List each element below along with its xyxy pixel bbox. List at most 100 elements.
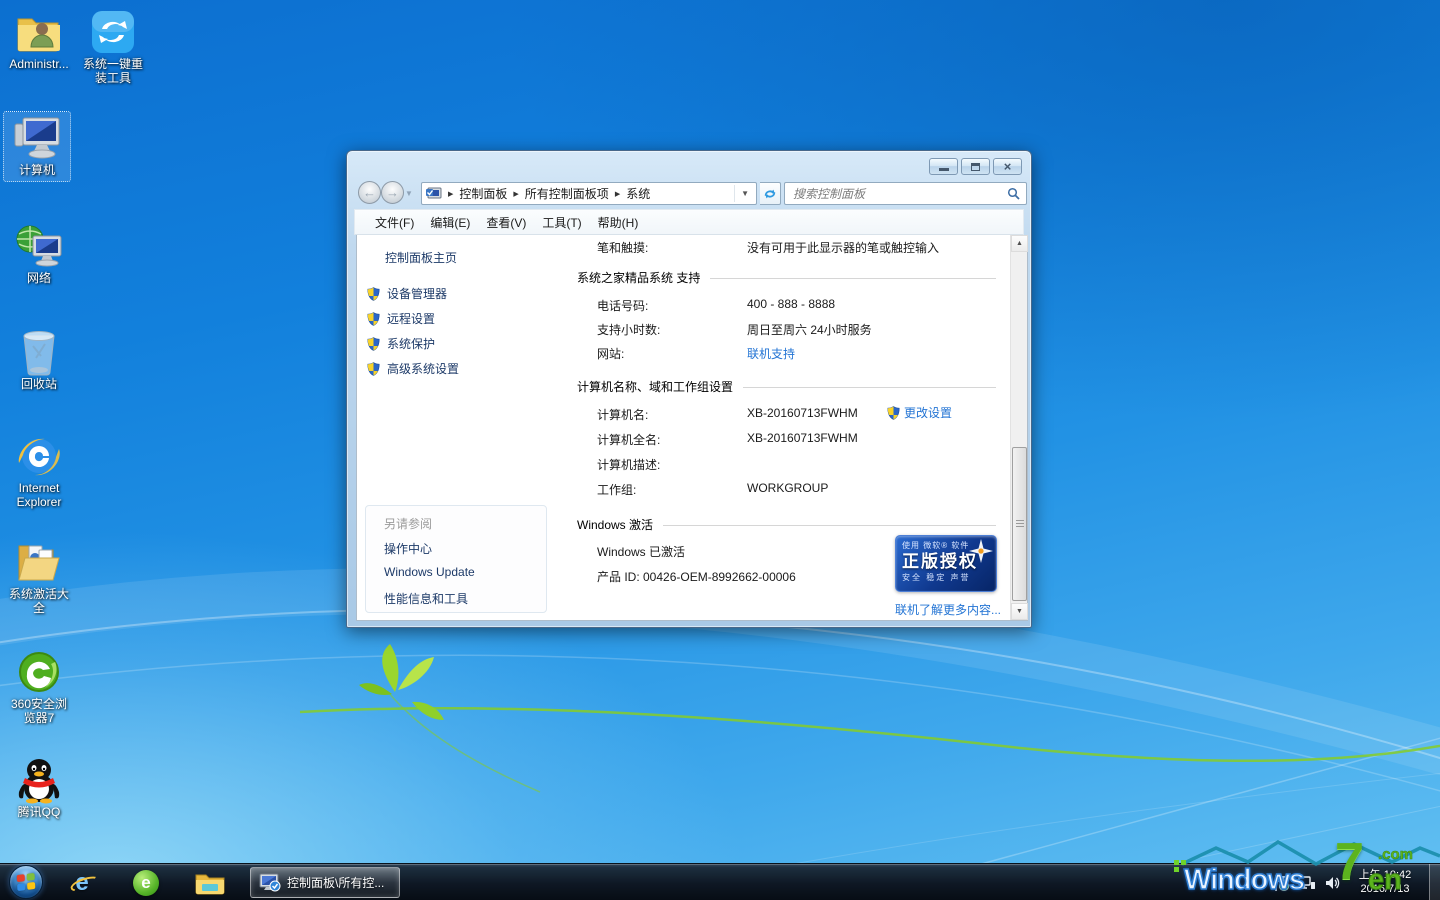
- taskbar-clock[interactable]: 上午 10:42 2016/7/13: [1344, 864, 1426, 900]
- menu-tools[interactable]: 工具(T): [534, 211, 589, 234]
- sidebar-windows-update[interactable]: Windows Update: [384, 565, 475, 579]
- full-computer-name-value: XB-20160713FWHM: [747, 431, 858, 445]
- address-dropdown-icon[interactable]: ▼: [734, 185, 752, 202]
- scroll-up-arrow[interactable]: ▲: [1011, 235, 1028, 252]
- taskbar-ie-button[interactable]: e: [62, 867, 102, 898]
- desktop-icon-label: 系统一键重装工具: [80, 58, 146, 86]
- windows-logo-icon: [17, 873, 36, 891]
- refresh-button[interactable]: [760, 182, 781, 205]
- breadcrumb-system[interactable]: 系统: [626, 185, 650, 202]
- genuine-microsoft-badge[interactable]: 使用 微软® 软件 正版授权 安全 稳定 声誉: [895, 535, 997, 592]
- breadcrumb-all-items[interactable]: 所有控制面板项: [525, 185, 609, 202]
- desktop-icon-activation-collection[interactable]: 系统激活大全: [6, 538, 72, 616]
- desktop-icon-label: 计算机: [4, 164, 70, 178]
- caption-buttons: ×: [929, 158, 1022, 175]
- close-button[interactable]: ×: [993, 158, 1022, 175]
- breadcrumb-arrow-icon: ▶: [513, 190, 518, 198]
- desktop-icon-reinstall-tool[interactable]: 系统一键重装工具: [80, 8, 146, 86]
- forward-button[interactable]: →: [381, 181, 404, 204]
- network-icon: [15, 222, 63, 270]
- change-settings-link[interactable]: 更改设置: [904, 404, 952, 421]
- product-id: 产品 ID: 00426-OEM-8992662-00006: [597, 568, 796, 585]
- sidebar-task-label: 设备管理器: [387, 285, 447, 302]
- refresh-icon: [763, 187, 777, 201]
- sidebar-remote-settings[interactable]: 远程设置: [367, 310, 435, 327]
- see-also-title: 另请参阅: [384, 515, 432, 532]
- sidebar-advanced-system-settings[interactable]: 高级系统设置: [367, 360, 459, 377]
- desktop-icon-network[interactable]: 网络: [6, 222, 72, 286]
- system-control-panel-window: × ← → ▼ ▶ 控制面板 ▶ 所有控制面板项 ▶ 系统 ▼: [346, 150, 1032, 628]
- user-folder-icon: [15, 8, 63, 56]
- computer-name-section-title: 计算机名称、域和工作组设置: [577, 378, 733, 395]
- sidebar-task-label: 系统保护: [387, 335, 435, 352]
- menu-file[interactable]: 文件(F): [367, 211, 422, 234]
- uac-shield-icon: [367, 287, 380, 301]
- volume-tray-icon[interactable]: [1324, 875, 1340, 891]
- show-desktop-button[interactable]: [1429, 864, 1440, 900]
- control-panel-icon: [426, 187, 442, 201]
- network-tray-icon[interactable]: [1298, 875, 1316, 891]
- address-bar[interactable]: ▶ 控制面板 ▶ 所有控制面板项 ▶ 系统 ▼: [421, 182, 757, 205]
- folder-icon: [195, 871, 225, 895]
- scrollbar-thumb[interactable]: [1012, 447, 1027, 601]
- desktop-icon-label: Administr...: [6, 58, 72, 72]
- taskbar-active-window-button[interactable]: 控制面板\所有控...: [250, 867, 400, 898]
- desktop-icon-recycle-bin[interactable]: 回收站: [6, 328, 72, 392]
- maximize-button[interactable]: [961, 158, 990, 175]
- pen-touch-value: 没有可用于此显示器的笔或触控输入: [747, 239, 939, 256]
- ie-icon: e: [75, 869, 88, 897]
- recent-pages-chevron[interactable]: ▼: [405, 189, 413, 198]
- maximize-icon: [971, 163, 980, 171]
- computer-name-value: XB-20160713FWHM: [747, 406, 858, 420]
- desktop-icon-administrator[interactable]: Administr...: [6, 8, 72, 72]
- change-settings[interactable]: 更改设置: [887, 404, 952, 421]
- vertical-scrollbar[interactable]: ▲ ▼: [1010, 235, 1027, 620]
- close-icon: ×: [1004, 160, 1012, 173]
- badge-line3: 安全 稳定 声誉: [902, 573, 990, 583]
- search-icon[interactable]: [1007, 187, 1020, 200]
- desktop-icon-internet-explorer[interactable]: Internet Explorer: [6, 432, 72, 510]
- taskbar-360-browser-button[interactable]: e: [126, 867, 166, 898]
- full-computer-name-label: 计算机全名:: [597, 431, 660, 448]
- recycle-bin-icon: [15, 328, 63, 376]
- minimize-button[interactable]: [929, 158, 958, 175]
- computer-name-section-header: 计算机名称、域和工作组设置: [577, 378, 996, 395]
- search-input[interactable]: [791, 186, 1007, 202]
- 360-browser-icon: [15, 648, 63, 696]
- sidebar-device-manager[interactable]: 设备管理器: [367, 285, 447, 302]
- back-button[interactable]: ←: [358, 181, 381, 204]
- pen-touch-label: 笔和触摸:: [597, 239, 648, 256]
- 360-browser-icon: e: [133, 870, 159, 896]
- navigation-bar: ← → ▼ ▶ 控制面板 ▶ 所有控制面板项 ▶ 系统 ▼: [347, 178, 1031, 209]
- ie-icon: [15, 432, 63, 480]
- desktop-icon-360-browser[interactable]: 360安全浏览器7: [6, 648, 72, 726]
- desktop-icon-qq[interactable]: 腾讯QQ: [6, 756, 72, 820]
- activation-section-title: Windows 激活: [577, 516, 653, 533]
- workgroup-value: WORKGROUP: [747, 481, 828, 495]
- sidebar-control-panel-home[interactable]: 控制面板主页: [385, 249, 457, 266]
- support-hours-value: 周日至周六 24小时服务: [747, 321, 872, 338]
- phone-label: 电话号码:: [597, 297, 648, 314]
- window-client-area: 控制面板主页 设备管理器 远程设置: [356, 235, 1028, 621]
- online-support-link[interactable]: 联机支持: [747, 345, 795, 362]
- active-task-label: 控制面板\所有控...: [287, 874, 384, 891]
- sidebar-task-label: 高级系统设置: [387, 360, 459, 377]
- start-button[interactable]: [9, 865, 43, 899]
- search-box: [784, 182, 1027, 205]
- taskbar-explorer-button[interactable]: [190, 867, 230, 898]
- menu-help[interactable]: 帮助(H): [590, 211, 647, 234]
- sidebar-system-protection[interactable]: 系统保护: [367, 335, 435, 352]
- menu-view[interactable]: 查看(V): [478, 211, 534, 234]
- learn-more-online-link[interactable]: 联机了解更多内容...: [895, 601, 1001, 618]
- desktop-icon-computer[interactable]: 计算机: [4, 112, 70, 181]
- breadcrumb-control-panel[interactable]: 控制面板: [459, 185, 507, 202]
- sidebar-action-center[interactable]: 操作中心: [384, 540, 432, 557]
- phone-value: 400 - 888 - 8888: [747, 297, 835, 311]
- action-center-flag-icon[interactable]: [1272, 874, 1290, 892]
- minimize-icon: [939, 168, 949, 171]
- scroll-down-arrow[interactable]: ▼: [1011, 603, 1028, 620]
- desktop-icon-label: 系统激活大全: [6, 588, 72, 616]
- sidebar-task-label: 远程设置: [387, 310, 435, 327]
- sidebar-performance-tools[interactable]: 性能信息和工具: [384, 590, 468, 607]
- menu-edit[interactable]: 编辑(E): [422, 211, 478, 234]
